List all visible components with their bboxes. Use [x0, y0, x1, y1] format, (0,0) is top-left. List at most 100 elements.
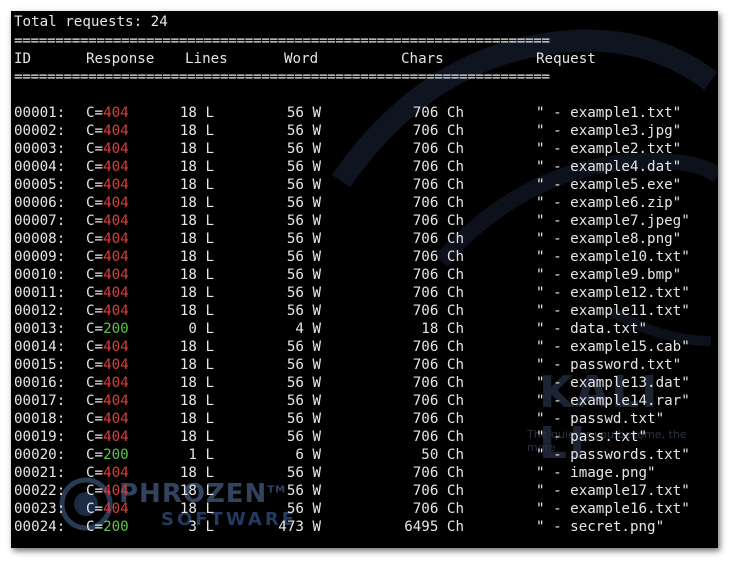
row-request: " - example6.zip"	[536, 195, 682, 211]
row-response: C=404	[86, 266, 129, 284]
row-request: " - example1.txt"	[536, 105, 682, 121]
row-response-prefix: C=	[86, 393, 104, 409]
row-status-code: 404	[103, 465, 129, 481]
row-chars: 706 Ch	[412, 285, 464, 301]
row-lines: 18 L	[179, 213, 214, 229]
row-id: 00006:	[14, 195, 66, 211]
header-id: ID	[14, 51, 32, 67]
row-id: 00016:	[14, 375, 66, 391]
row-response: C=200	[86, 446, 129, 464]
row-word: 56 W	[286, 105, 321, 121]
row-chars: 706 Ch	[412, 339, 464, 355]
table-row: 00014: C=404 18 L 56 W 706 Ch " - example15.c…	[14, 338, 714, 356]
row-id: 00020:	[14, 447, 66, 463]
row-response: C=404	[86, 140, 129, 158]
separator-top: ========================================…	[14, 33, 550, 49]
row-lines: 18 L	[179, 177, 214, 193]
table-row: 00001: C=404 18 L 56 W 706 Ch " - example1.tx…	[14, 104, 714, 122]
row-request: " - password.txt"	[536, 357, 682, 373]
row-chars: 706 Ch	[412, 501, 464, 517]
row-chars: 706 Ch	[412, 303, 464, 319]
row-word: 56 W	[286, 375, 321, 391]
row-lines: 18 L	[179, 141, 214, 157]
row-status-code: 404	[103, 249, 129, 265]
row-word: 473 W	[278, 519, 321, 535]
row-lines: 18 L	[179, 285, 214, 301]
row-response-prefix: C=	[86, 519, 104, 535]
row-status-code: 404	[103, 393, 129, 409]
row-lines: 18 L	[179, 195, 214, 211]
table-row: 00024: C=200 3 L 473 W 6495 Ch " - secret.png…	[14, 518, 714, 536]
row-response: C=404	[86, 302, 129, 320]
row-word: 56 W	[286, 285, 321, 301]
row-id: 00007:	[14, 213, 66, 229]
row-lines: 1 L	[188, 447, 214, 463]
header-chars: Chars	[401, 51, 444, 67]
table-row: 00002: C=404 18 L 56 W 706 Ch " - example3.jp…	[14, 122, 714, 140]
row-request: " - passwords.txt"	[536, 447, 690, 463]
row-id: 00017:	[14, 393, 66, 409]
row-request: " - example2.txt"	[536, 141, 682, 157]
row-id: 00004:	[14, 159, 66, 175]
row-response-prefix: C=	[86, 141, 104, 157]
table-row: 00021: C=404 18 L 56 W 706 Ch " - image.png"	[14, 464, 714, 482]
row-status-code: 404	[103, 429, 129, 445]
table-row: 00013: C=200 0 L 4 W 18 Ch " - data.txt"	[14, 320, 714, 338]
row-response-prefix: C=	[86, 303, 104, 319]
row-lines: 3 L	[188, 519, 214, 535]
row-lines: 18 L	[179, 159, 214, 175]
row-id: 00024:	[14, 519, 66, 535]
row-status-code: 404	[103, 213, 129, 229]
row-response: C=404	[86, 158, 129, 176]
row-lines: 18 L	[179, 375, 214, 391]
terminal-window[interactable]: KALI LI The quieter you become, the more…	[11, 11, 718, 548]
row-lines: 0 L	[188, 321, 214, 337]
row-status-code: 404	[103, 483, 129, 499]
row-lines: 18 L	[179, 501, 214, 517]
row-response-prefix: C=	[86, 429, 104, 445]
row-lines: 18 L	[179, 105, 214, 121]
row-response-prefix: C=	[86, 483, 104, 499]
row-word: 6 W	[295, 447, 321, 463]
row-response-prefix: C=	[86, 447, 104, 463]
row-response: C=404	[86, 500, 129, 518]
row-response-prefix: C=	[86, 195, 104, 211]
row-lines: 18 L	[179, 393, 214, 409]
row-status-code: 404	[103, 123, 129, 139]
row-word: 56 W	[286, 339, 321, 355]
table-row: 00005: C=404 18 L 56 W 706 Ch " - example5.ex…	[14, 176, 714, 194]
row-id: 00023:	[14, 501, 66, 517]
row-word: 56 W	[286, 195, 321, 211]
row-status-code: 404	[103, 303, 129, 319]
row-request: " - data.txt"	[536, 321, 648, 337]
row-id: 00013:	[14, 321, 66, 337]
row-word: 56 W	[286, 303, 321, 319]
row-request: " - example14.rar"	[536, 393, 690, 409]
row-status-code: 404	[103, 285, 129, 301]
row-response-prefix: C=	[86, 213, 104, 229]
row-response-prefix: C=	[86, 375, 104, 391]
row-chars: 706 Ch	[412, 465, 464, 481]
row-chars: 706 Ch	[412, 231, 464, 247]
row-word: 56 W	[286, 213, 321, 229]
header-row: ID Response Lines Word Chars Request	[14, 50, 714, 68]
separator-bottom: ========================================…	[14, 69, 550, 85]
row-response: C=404	[86, 428, 129, 446]
row-word: 4 W	[295, 321, 321, 337]
table-row: 00022: C=404 18 L 56 W 706 Ch " - example17.t…	[14, 482, 714, 500]
table-row: 00010: C=404 18 L 56 W 706 Ch " - example9.bm…	[14, 266, 714, 284]
header-response: Response	[86, 51, 155, 67]
row-response: C=404	[86, 194, 129, 212]
table-row: 00008: C=404 18 L 56 W 706 Ch " - example8.pn…	[14, 230, 714, 248]
table-row: 00011: C=404 18 L 56 W 706 Ch " - example12.t…	[14, 284, 714, 302]
header-word: Word	[284, 51, 319, 67]
row-status-code: 404	[103, 267, 129, 283]
row-response-prefix: C=	[86, 465, 104, 481]
row-status-code: 404	[103, 375, 129, 391]
row-lines: 18 L	[179, 483, 214, 499]
row-chars: 706 Ch	[412, 429, 464, 445]
row-status-code: 200	[103, 519, 129, 535]
row-status-code: 200	[103, 321, 129, 337]
row-response-prefix: C=	[86, 267, 104, 283]
row-lines: 18 L	[179, 249, 214, 265]
